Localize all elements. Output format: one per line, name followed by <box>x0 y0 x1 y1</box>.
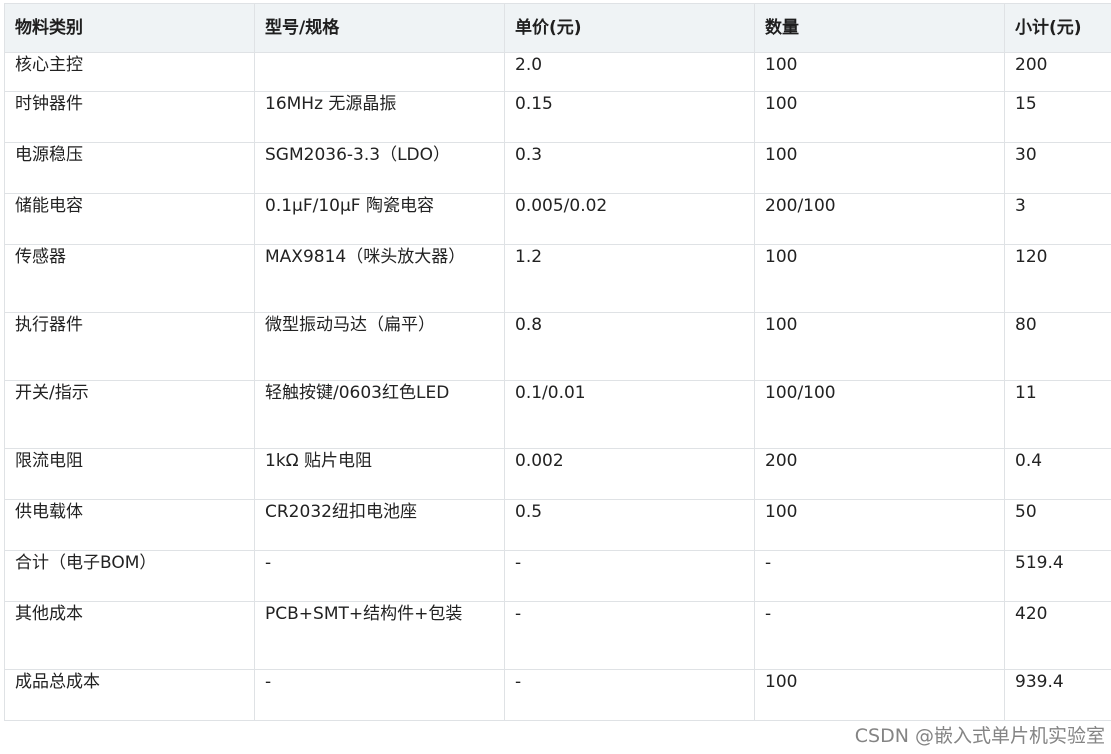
bom-page: 物料类别 型号/规格 单价(元) 数量 小计(元) 核心主控 2.0 100 2… <box>0 0 1111 754</box>
cell-unit-price: 2.0 <box>504 52 755 92</box>
table-row: 合计（电子BOM） - - - 519.4 <box>4 550 1111 602</box>
cell-category: 其他成本 <box>4 601 255 670</box>
cell-quantity: 100 <box>754 499 1005 551</box>
table-row: 其他成本 PCB+SMT+结构件+包装 - - 420 <box>4 601 1111 670</box>
cell-unit-price: - <box>504 550 755 602</box>
header-unit-price: 单价(元) <box>504 3 755 53</box>
cell-model: MAX9814（咪头放大器） <box>254 244 505 313</box>
cell-category: 执行器件 <box>4 312 255 381</box>
csdn-watermark: CSDN @嵌入式单片机实验室 <box>854 725 1105 747</box>
table-row: 传感器 MAX9814（咪头放大器） 1.2 100 120 <box>4 244 1111 313</box>
cell-model: - <box>254 550 505 602</box>
header-subtotal: 小计(元) <box>1004 3 1111 53</box>
cell-category: 传感器 <box>4 244 255 313</box>
table-row: 电源稳压 SGM2036-3.3（LDO） 0.3 100 30 <box>4 142 1111 194</box>
table-row: 执行器件 微型振动马达（扁平） 0.8 100 80 <box>4 312 1111 381</box>
cell-quantity: 100 <box>754 142 1005 194</box>
header-category: 物料类别 <box>4 3 255 53</box>
cell-quantity: 100/100 <box>754 380 1005 449</box>
cell-subtotal: 200 <box>1004 52 1111 92</box>
table-header: 物料类别 型号/规格 单价(元) 数量 小计(元) <box>4 3 1111 53</box>
cell-model: 轻触按键/0603红色LED <box>254 380 505 449</box>
cell-model: 16MHz 无源晶振 <box>254 91 505 143</box>
table-row: 储能电容 0.1μF/10μF 陶瓷电容 0.005/0.02 200/100 … <box>4 193 1111 245</box>
cell-unit-price: 0.5 <box>504 499 755 551</box>
cell-category: 限流电阻 <box>4 448 255 500</box>
table-body: 核心主控 2.0 100 200 时钟器件 16MHz 无源晶振 0.15 10… <box>4 52 1111 721</box>
cell-model: 0.1μF/10μF 陶瓷电容 <box>254 193 505 245</box>
cell-category: 时钟器件 <box>4 91 255 143</box>
header-model: 型号/规格 <box>254 3 505 53</box>
cell-subtotal: 939.4 <box>1004 669 1111 721</box>
cell-unit-price: 0.3 <box>504 142 755 194</box>
cell-unit-price: 0.005/0.02 <box>504 193 755 245</box>
cell-unit-price: 0.15 <box>504 91 755 143</box>
header-row: 物料类别 型号/规格 单价(元) 数量 小计(元) <box>4 3 1111 53</box>
cell-quantity: 200 <box>754 448 1005 500</box>
cell-subtotal: 519.4 <box>1004 550 1111 602</box>
table-row: 限流电阻 1kΩ 贴片电阻 0.002 200 0.4 <box>4 448 1111 500</box>
cell-model: PCB+SMT+结构件+包装 <box>254 601 505 670</box>
bom-cost-table: 物料类别 型号/规格 单价(元) 数量 小计(元) 核心主控 2.0 100 2… <box>4 3 1111 721</box>
cell-model: SGM2036-3.3（LDO） <box>254 142 505 194</box>
cell-quantity: 100 <box>754 52 1005 92</box>
cell-unit-price: 0.1/0.01 <box>504 380 755 449</box>
table-row: 核心主控 2.0 100 200 <box>4 52 1111 92</box>
table-row: 供电载体 CR2032纽扣电池座 0.5 100 50 <box>4 499 1111 551</box>
cell-quantity: 200/100 <box>754 193 1005 245</box>
cell-quantity: 100 <box>754 669 1005 721</box>
cell-subtotal: 0.4 <box>1004 448 1111 500</box>
cell-unit-price: - <box>504 669 755 721</box>
cell-unit-price: - <box>504 601 755 670</box>
cell-unit-price: 0.002 <box>504 448 755 500</box>
header-quantity: 数量 <box>754 3 1005 53</box>
cell-model: CR2032纽扣电池座 <box>254 499 505 551</box>
cell-model: - <box>254 669 505 721</box>
cell-quantity: 100 <box>754 244 1005 313</box>
cell-subtotal: 11 <box>1004 380 1111 449</box>
cell-subtotal: 3 <box>1004 193 1111 245</box>
cell-category: 供电载体 <box>4 499 255 551</box>
cell-subtotal: 420 <box>1004 601 1111 670</box>
cell-category: 成品总成本 <box>4 669 255 721</box>
cell-category: 开关/指示 <box>4 380 255 449</box>
cell-subtotal: 15 <box>1004 91 1111 143</box>
cell-model: 微型振动马达（扁平） <box>254 312 505 381</box>
cell-quantity: - <box>754 550 1005 602</box>
cell-category: 电源稳压 <box>4 142 255 194</box>
cell-model: 1kΩ 贴片电阻 <box>254 448 505 500</box>
cell-category: 合计（电子BOM） <box>4 550 255 602</box>
cell-subtotal: 80 <box>1004 312 1111 381</box>
cell-model <box>254 52 505 92</box>
cell-subtotal: 50 <box>1004 499 1111 551</box>
cell-category: 储能电容 <box>4 193 255 245</box>
table-row: 开关/指示 轻触按键/0603红色LED 0.1/0.01 100/100 11 <box>4 380 1111 449</box>
cell-subtotal: 30 <box>1004 142 1111 194</box>
cell-quantity: 100 <box>754 91 1005 143</box>
cell-category: 核心主控 <box>4 52 255 92</box>
cell-unit-price: 1.2 <box>504 244 755 313</box>
cell-unit-price: 0.8 <box>504 312 755 381</box>
table-row: 成品总成本 - - 100 939.4 <box>4 669 1111 721</box>
table-row: 时钟器件 16MHz 无源晶振 0.15 100 15 <box>4 91 1111 143</box>
cell-quantity: 100 <box>754 312 1005 381</box>
cell-quantity: - <box>754 601 1005 670</box>
cell-subtotal: 120 <box>1004 244 1111 313</box>
